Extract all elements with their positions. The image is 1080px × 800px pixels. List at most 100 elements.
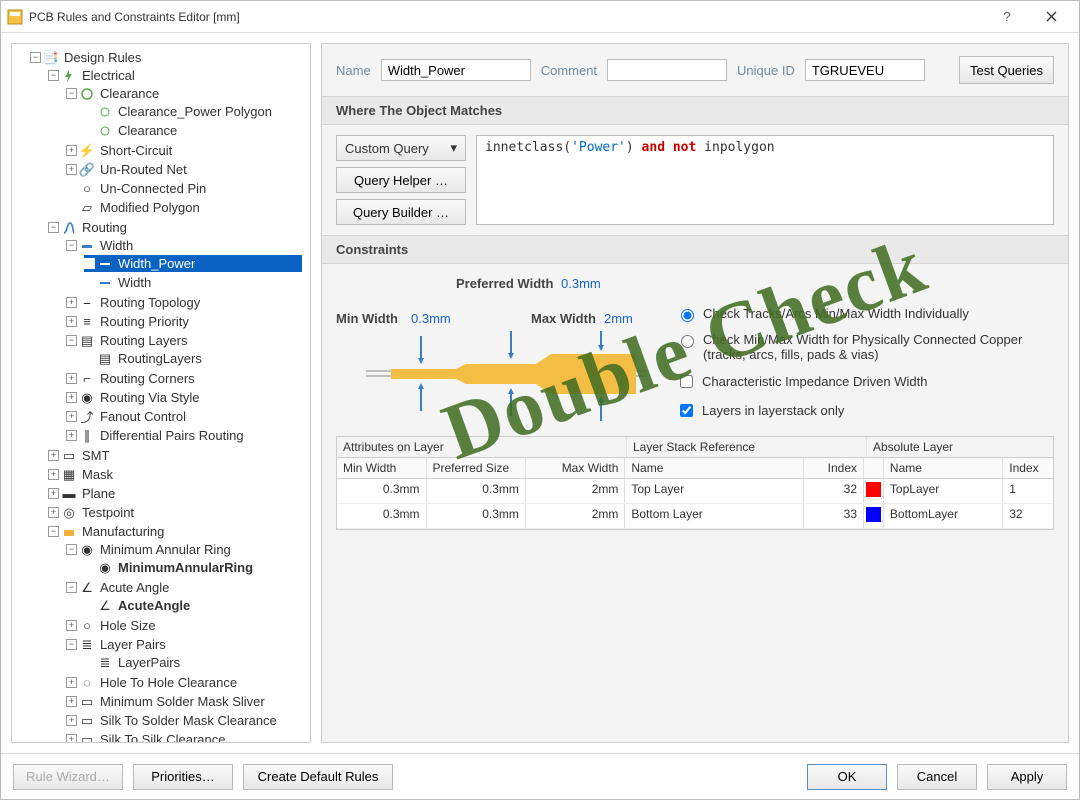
create-default-rules-button[interactable]: Create Default Rules — [243, 764, 393, 790]
radio-input[interactable] — [681, 309, 694, 322]
tree-item[interactable]: Fanout Control — [97, 409, 189, 424]
tree-root[interactable]: Design Rules — [61, 50, 144, 65]
tree-toggle[interactable]: + — [66, 164, 77, 175]
tree-toggle[interactable]: + — [66, 734, 77, 743]
test-queries-button[interactable]: Test Queries — [959, 56, 1054, 84]
tree-toggle[interactable]: + — [66, 696, 77, 707]
table-row[interactable]: 0.3mm 0.3mm 2mm Bottom Layer 33 BottomLa… — [337, 504, 1053, 529]
col-minwidth[interactable]: Min Width — [337, 458, 427, 478]
tree-toggle[interactable]: − — [66, 240, 77, 251]
tree-item[interactable]: Routing Layers — [97, 333, 190, 348]
tree-toggle[interactable]: + — [66, 715, 77, 726]
col-prefsize[interactable]: Preferred Size — [427, 458, 526, 478]
apply-button[interactable]: Apply — [987, 764, 1067, 790]
tree-toggle[interactable]: + — [48, 507, 59, 518]
query-helper-button[interactable]: Query Helper … — [336, 167, 466, 193]
tree-toggle[interactable]: − — [66, 582, 77, 593]
tree-toggle[interactable]: + — [66, 145, 77, 156]
col-maxwidth[interactable]: Max Width — [526, 458, 625, 478]
tree-toggle[interactable]: + — [66, 316, 77, 327]
tree-toggle[interactable]: − — [48, 222, 59, 233]
tree-toggle[interactable]: − — [66, 639, 77, 650]
match-type-dropdown[interactable]: Custom Query ▾ — [336, 135, 466, 161]
tree-toggle[interactable]: − — [48, 70, 59, 81]
tree-toggle[interactable]: + — [66, 677, 77, 688]
tree-item[interactable]: Width — [115, 275, 154, 290]
tree-item[interactable]: SMT — [79, 448, 112, 463]
tree-toggle[interactable]: + — [66, 430, 77, 441]
tree-item[interactable]: Hole To Hole Clearance — [97, 675, 240, 690]
comment-input[interactable] — [607, 59, 727, 81]
checkbox-impedance[interactable]: Characteristic Impedance Driven Width — [676, 372, 1054, 391]
query-builder-button[interactable]: Query Builder … — [336, 199, 466, 225]
priorities-button[interactable]: Priorities… — [133, 764, 233, 790]
tree-item[interactable]: Mask — [79, 467, 116, 482]
col-name[interactable]: Name — [884, 458, 1003, 478]
rules-tree[interactable]: −📑Design Rules −Electrical −Clearance Cl… — [11, 43, 311, 743]
tree-item[interactable]: Silk To Silk Clearance — [97, 732, 228, 743]
tree-item[interactable]: Minimum Solder Mask Sliver — [97, 694, 268, 709]
checkbox-input[interactable] — [680, 404, 693, 417]
tree-item[interactable]: Layer Pairs — [97, 637, 169, 652]
tree-toggle[interactable]: + — [48, 450, 59, 461]
col-name[interactable]: Name — [625, 458, 804, 478]
tree-toggle[interactable]: + — [66, 392, 77, 403]
tree-item[interactable]: Width — [97, 238, 136, 253]
checkbox-layerstack[interactable]: Layers in layerstack only — [676, 401, 1054, 420]
tree-item[interactable]: LayerPairs — [115, 655, 183, 670]
tree-toggle[interactable]: + — [48, 488, 59, 499]
tree-toggle[interactable]: − — [66, 88, 77, 99]
tree-toggle[interactable]: − — [48, 526, 59, 537]
col-index[interactable]: Index — [1003, 458, 1053, 478]
tree-item[interactable]: Routing — [79, 220, 130, 235]
tree-toggle[interactable]: + — [48, 469, 59, 480]
tree-item[interactable]: Silk To Solder Mask Clearance — [97, 713, 280, 728]
table-row[interactable]: 0.3mm 0.3mm 2mm Top Layer 32 TopLayer 1 — [337, 479, 1053, 504]
checkbox-input[interactable] — [680, 375, 693, 388]
tree-item[interactable]: Differential Pairs Routing — [97, 428, 247, 443]
tree-toggle[interactable]: + — [66, 620, 77, 631]
tree-item[interactable]: Routing Via Style — [97, 390, 203, 405]
tree-item-selected[interactable]: Width_Power — [115, 256, 198, 271]
tree-item[interactable]: Routing Corners — [97, 371, 198, 386]
cancel-button[interactable]: Cancel — [897, 764, 977, 790]
tree-item[interactable]: Acute Angle — [97, 580, 172, 595]
radio-connected[interactable]: Check Min/Max Width for Physically Conne… — [676, 332, 1054, 362]
name-input[interactable] — [381, 59, 531, 81]
radio-individual[interactable]: Check Tracks/Arcs Min/Max Width Individu… — [676, 306, 1054, 322]
tree-toggle[interactable]: + — [66, 411, 77, 422]
tree-item[interactable]: Modified Polygon — [97, 200, 203, 215]
layers-table[interactable]: Attributes on Layer Layer Stack Referenc… — [336, 436, 1054, 530]
ok-button[interactable]: OK — [807, 764, 887, 790]
col-index[interactable]: Index — [804, 458, 864, 478]
query-textarea[interactable]: innetclass('Power') and not inpolygon — [476, 135, 1054, 225]
tree-toggle[interactable]: − — [66, 335, 77, 346]
uid-input[interactable] — [805, 59, 925, 81]
tree-item[interactable]: Un-Connected Pin — [97, 181, 209, 196]
tree-item[interactable]: MinimumAnnularRing — [115, 560, 256, 575]
tree-item[interactable]: Hole Size — [97, 618, 159, 633]
tree-item[interactable]: Routing Priority — [97, 314, 192, 329]
tree-item[interactable]: AcuteAngle — [115, 598, 193, 613]
tree-item[interactable]: Routing Topology — [97, 295, 203, 310]
tree-item[interactable]: Clearance_Power Polygon — [115, 104, 275, 119]
tree-item[interactable]: Clearance — [115, 123, 180, 138]
tree-toggle[interactable]: + — [66, 297, 77, 308]
tree-item[interactable]: Manufacturing — [79, 524, 167, 539]
tree-item[interactable]: Testpoint — [79, 505, 137, 520]
tree-item[interactable]: Electrical — [79, 68, 138, 83]
name-label: Name — [336, 63, 371, 78]
radio-input[interactable] — [681, 335, 694, 348]
tree-item[interactable]: Clearance — [97, 86, 162, 101]
tree-toggle[interactable]: + — [66, 373, 77, 384]
tree-item[interactable]: Minimum Annular Ring — [97, 542, 234, 557]
tree-item[interactable]: Plane — [79, 486, 118, 501]
tree-item[interactable]: Un-Routed Net — [97, 162, 190, 177]
tree-toggle[interactable]: − — [30, 52, 41, 63]
help-button[interactable]: ? — [985, 3, 1029, 31]
close-button[interactable] — [1029, 3, 1073, 31]
tree-item[interactable]: Short-Circuit — [97, 143, 175, 158]
tree-item[interactable]: RoutingLayers — [115, 351, 205, 366]
rule-icon — [97, 256, 113, 272]
tree-toggle[interactable]: − — [66, 544, 77, 555]
